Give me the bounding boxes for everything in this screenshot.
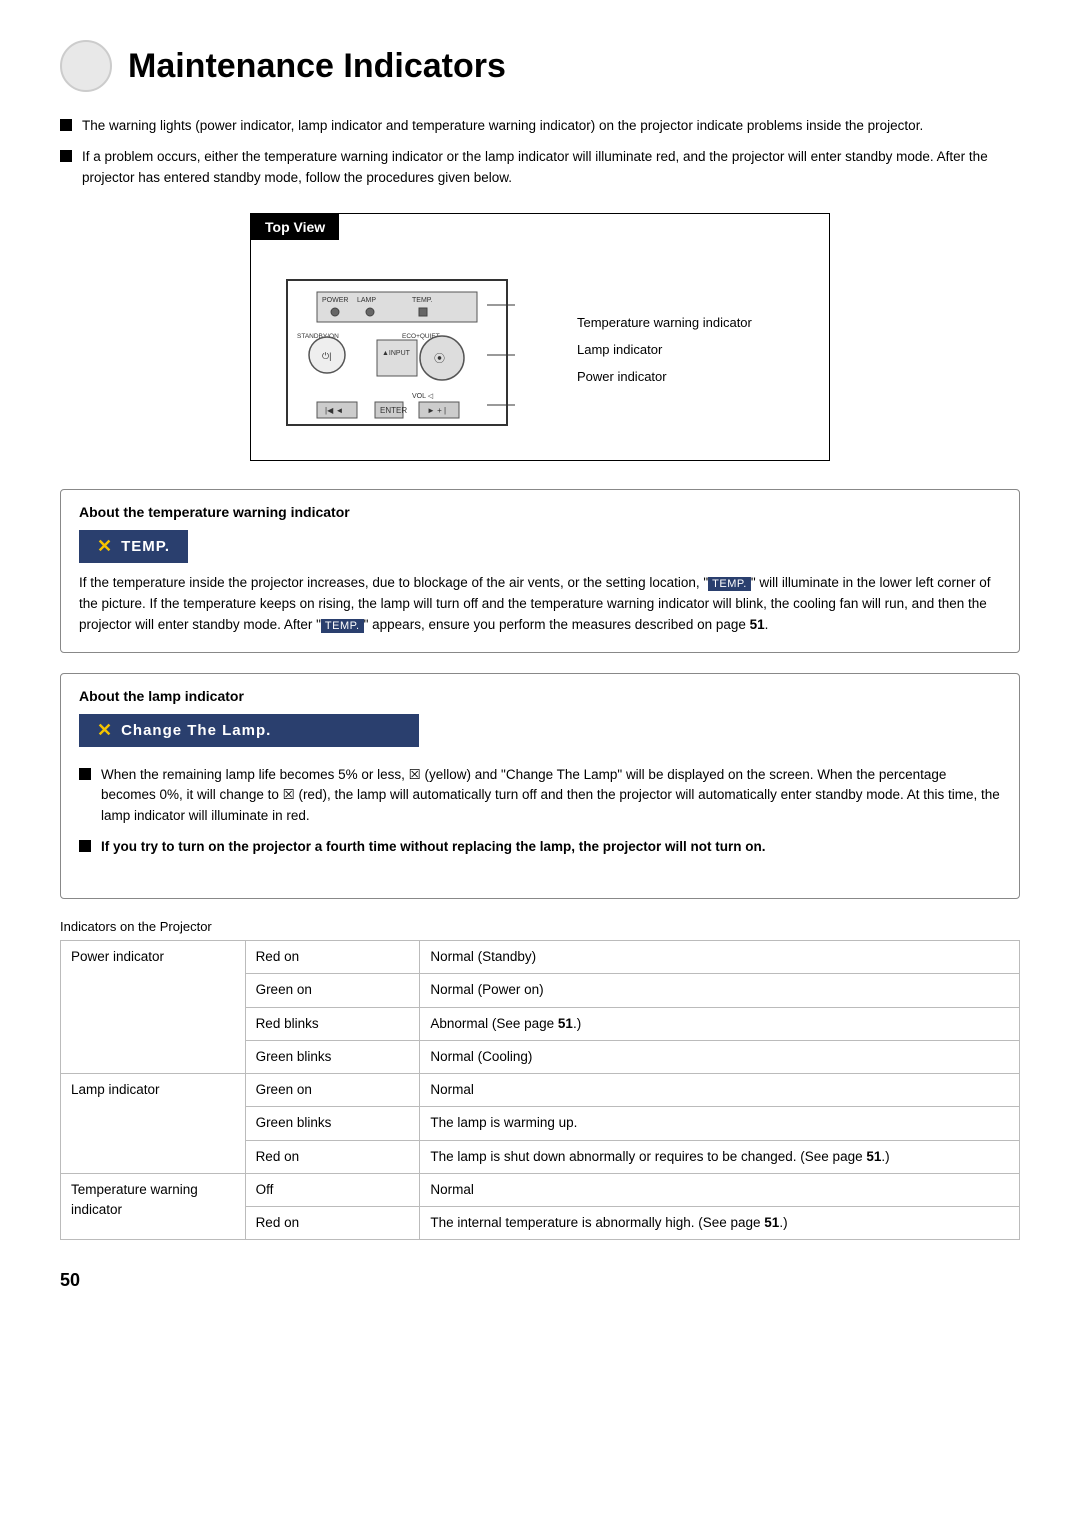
table-cell-desc: The lamp is warming up. [420, 1107, 1020, 1140]
page-ref-51a: 51 [558, 1016, 573, 1031]
page-number: 50 [60, 1270, 1020, 1291]
lamp-bullet-icon-1 [79, 768, 91, 780]
temp-warning-label: Temperature warning indicator [577, 315, 752, 330]
page-ref-51c: 51 [764, 1215, 779, 1230]
table-cell-desc: Normal [420, 1074, 1020, 1107]
label-power-indicator: Power indicator [577, 369, 819, 384]
table-section: Indicators on the Projector Power indica… [60, 919, 1020, 1240]
table-cell-status: Off [245, 1173, 420, 1206]
diagram-labels: Temperature warning indicator Lamp indic… [557, 315, 819, 384]
bullet-item-2: If a problem occurs, either the temperat… [60, 147, 1020, 189]
svg-text:LAMP: LAMP [357, 297, 376, 304]
power-indicator-label: Power indicator [577, 369, 667, 384]
lamp-badge-text: Change The Lamp. [121, 722, 271, 739]
table-row: Power indicator Red on Normal (Standby) [61, 941, 1020, 974]
temp-section: About the temperature warning indicator … [60, 489, 1020, 653]
table-caption: Indicators on the Projector [60, 919, 1020, 934]
lamp-badge: ✕ Change The Lamp. [79, 714, 419, 747]
lamp-section: About the lamp indicator ✕ Change The La… [60, 673, 1020, 900]
table-cell-desc: The lamp is shut down abnormally or requ… [420, 1140, 1020, 1173]
temp-inline-badge: TEMP. [708, 577, 751, 591]
temp-page-ref: 51 [750, 617, 765, 632]
table-cell-desc: Normal (Power on) [420, 974, 1020, 1007]
svg-text:⦿: ⦿ [434, 352, 445, 365]
bullet-item-1: The warning lights (power indicator, lam… [60, 116, 1020, 137]
lamp-icon: ✕ [97, 720, 113, 741]
temp-section-title: About the temperature warning indicator [79, 504, 1001, 520]
page-title: Maintenance Indicators [128, 47, 506, 86]
lamp-indicator-label: Lamp indicator [577, 342, 662, 357]
indicators-table: Power indicator Red on Normal (Standby) … [60, 940, 1020, 1240]
bullet-icon-2 [60, 150, 72, 162]
svg-text:VOL ◁: VOL ◁ [412, 393, 434, 400]
temp-body: If the temperature inside the projector … [79, 573, 1001, 636]
table-cell-indicator: Lamp indicator [61, 1074, 246, 1174]
table-cell-desc: Normal [420, 1173, 1020, 1206]
label-lamp-indicator: Lamp indicator [577, 342, 819, 357]
lamp-bullet-text-2: If you try to turn on the projector a fo… [101, 837, 766, 858]
lamp-bullet-2: If you try to turn on the projector a fo… [79, 837, 1001, 858]
table-cell-status: Green blinks [245, 1107, 420, 1140]
temp-sun-icon: ✕ [97, 536, 113, 557]
temp-inline-badge2: TEMP. [321, 619, 364, 633]
svg-text:► + |: ► + | [427, 406, 446, 415]
table-cell-indicator: Temperature warningindicator [61, 1173, 246, 1240]
svg-text:⏻|: ⏻| [322, 351, 331, 361]
table-row: Temperature warningindicator Off Normal [61, 1173, 1020, 1206]
top-view-container: Top View POWER LAMP TEMP. STANDBY/ON [60, 213, 1020, 461]
temp-badge: ✕ TEMP. [79, 530, 188, 563]
table-cell-desc: The internal temperature is abnormally h… [420, 1207, 1020, 1240]
table-cell-desc: Normal (Standby) [420, 941, 1020, 974]
bullet-icon-1 [60, 119, 72, 131]
table-row: Lamp indicator Green on Normal [61, 1074, 1020, 1107]
lamp-bullet-1: When the remaining lamp life becomes 5% … [79, 765, 1001, 828]
svg-text:▲INPUT: ▲INPUT [382, 350, 411, 357]
svg-text:TEMP.: TEMP. [412, 297, 433, 304]
table-cell-status: Green blinks [245, 1040, 420, 1073]
lamp-bullets: When the remaining lamp life becomes 5% … [79, 765, 1001, 859]
top-view-box: Top View POWER LAMP TEMP. STANDBY/ON [250, 213, 830, 461]
lamp-bullet-icon-2 [79, 840, 91, 852]
intro-bullets: The warning lights (power indicator, lam… [60, 116, 1020, 189]
top-view-header: Top View [251, 214, 829, 240]
svg-text:ENTER: ENTER [380, 406, 407, 415]
table-cell-status: Green on [245, 1074, 420, 1107]
table-cell-status: Red on [245, 1207, 420, 1240]
lamp-section-title: About the lamp indicator [79, 688, 1001, 704]
lamp-bullet-text-1: When the remaining lamp life becomes 5% … [101, 765, 1001, 828]
table-cell-status: Red on [245, 1140, 420, 1173]
label-temp-warning: Temperature warning indicator [577, 315, 819, 330]
svg-text:POWER: POWER [322, 297, 348, 304]
table-cell-desc: Normal (Cooling) [420, 1040, 1020, 1073]
svg-text:|◀ ◄: |◀ ◄ [325, 406, 343, 415]
table-cell-indicator: Power indicator [61, 941, 246, 1074]
temp-badge-text: TEMP. [121, 538, 170, 555]
title-circle [60, 40, 112, 92]
top-view-content: POWER LAMP TEMP. STANDBY/ON ⏻| ECO+QUIET… [251, 240, 829, 460]
table-cell-status: Red blinks [245, 1007, 420, 1040]
table-cell-desc: Abnormal (See page 51.) [420, 1007, 1020, 1040]
page-ref-51b: 51 [866, 1149, 881, 1164]
table-cell-status: Red on [245, 941, 420, 974]
projector-diagram: POWER LAMP TEMP. STANDBY/ON ⏻| ECO+QUIET… [257, 250, 557, 450]
table-cell-status: Green on [245, 974, 420, 1007]
